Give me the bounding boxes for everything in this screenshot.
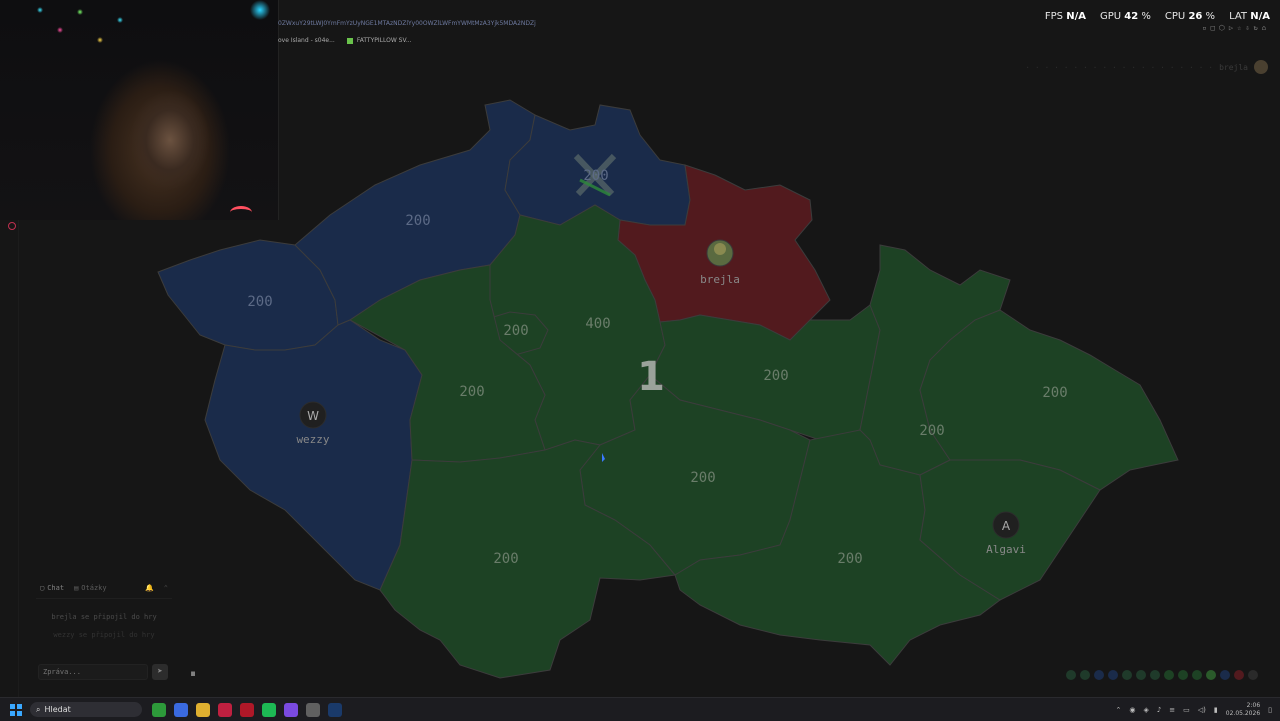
status-dot: [1178, 670, 1188, 680]
spotify-app-icon[interactable]: [262, 702, 276, 717]
round-number: 1: [637, 354, 665, 400]
tray-chevron-icon[interactable]: ⌃: [1115, 706, 1121, 714]
clock-time: 2:06: [1246, 701, 1261, 709]
status-dot: [1164, 670, 1174, 680]
region-value-jihomoravsky: 200: [837, 551, 862, 567]
region-value-moravskoslezsky: 200: [1042, 385, 1067, 401]
algavi-name: Algavi: [986, 543, 1026, 556]
status-dot: [1066, 670, 1076, 680]
region-value-liberecky: 200: [583, 168, 608, 184]
region-value-praha: 200: [503, 323, 528, 339]
chat-message: brejla se připojil do hry: [51, 613, 157, 621]
volume-icon[interactable]: ◁): [1198, 706, 1206, 714]
pause-icon[interactable]: ⏸: [186, 667, 200, 681]
explorer-app-icon[interactable]: [196, 702, 210, 717]
clock[interactable]: 2:06 02.05.2026: [1226, 702, 1260, 718]
status-dot: [1248, 670, 1258, 680]
taskbar-apps: [152, 702, 342, 717]
bell-icon[interactable]: 🔔: [145, 584, 154, 592]
region-value-olomoucky: 200: [919, 423, 944, 439]
tray-app-icon[interactable]: ◉: [1129, 706, 1135, 714]
region-value-pardubicky: 200: [763, 368, 788, 384]
windows-start-icon[interactable]: [10, 703, 22, 716]
discord-app-icon[interactable]: [284, 702, 298, 717]
wezzy-name: wezzy: [296, 433, 329, 446]
region-value-karlovarsky: 200: [247, 294, 272, 310]
chat-panel: ▢ Chat ▤ Otázky 🔔 ⌃ brejla se připojil d…: [36, 582, 172, 686]
region-value-ustecky: 200: [405, 213, 430, 229]
tab-questions-label: Otázky: [81, 584, 107, 592]
search-label: Hledat: [44, 705, 71, 714]
tab-chat-label: Chat: [47, 584, 65, 592]
taskbar-search[interactable]: ⌕ Hledat: [30, 702, 142, 717]
clock-date: 02.05.2026: [1225, 709, 1261, 717]
wezzy-avatar-initial: W: [307, 409, 319, 423]
chat-input[interactable]: [38, 664, 148, 680]
chevron-up-icon[interactable]: ⌃: [164, 584, 168, 592]
opera-app-icon[interactable]: [218, 702, 232, 717]
status-dot: [1192, 670, 1202, 680]
status-dot: [1206, 670, 1216, 680]
region-value-stredocesky: 400: [585, 316, 610, 332]
region-value-stredocesky-west: 200: [459, 384, 484, 400]
xbox-app-icon[interactable]: [152, 702, 166, 717]
steam-app-icon[interactable]: [328, 702, 342, 717]
red-app-icon[interactable]: [240, 702, 254, 717]
battery-icon[interactable]: ▮: [1214, 706, 1218, 714]
tray-shield-icon[interactable]: ◈: [1143, 706, 1148, 714]
notification-icon[interactable]: ▯: [1268, 706, 1272, 714]
status-dot: [1150, 670, 1160, 680]
region-value-jihocesky: 200: [493, 551, 518, 567]
microphone-icon[interactable]: ♪: [1157, 706, 1161, 714]
game-map: 200 200 200 200 400 200 200 200 200 200 …: [157, 99, 1179, 679]
chat-message: wezzy se připojil do hry: [53, 631, 155, 639]
brejla-avatar-face: [714, 243, 726, 255]
search-icon: ⌕: [36, 704, 41, 714]
status-dot: [1108, 670, 1118, 680]
status-dot: [1122, 670, 1132, 680]
tab-chat[interactable]: ▢ Chat: [40, 584, 64, 592]
taskbar: ⌕ Hledat ⌃ ◉ ◈ ♪ ≡ ▭ ◁) ▮ 2:06 02.05.202…: [0, 697, 1280, 721]
status-dot: [1136, 670, 1146, 680]
region-plzensky[interactable]: [204, 319, 423, 591]
algavi-avatar-initial: A: [1002, 519, 1011, 533]
edge-app-icon[interactable]: [174, 702, 188, 717]
system-tray: ⌃ ◉ ◈ ♪ ≡ ▭ ◁) ▮ 2:06 02.05.2026 ▯: [1115, 702, 1280, 718]
status-dot: [1234, 670, 1244, 680]
region-value-vysocina: 200: [690, 470, 715, 486]
status-dot: [1220, 670, 1230, 680]
network-icon[interactable]: ▭: [1183, 706, 1190, 714]
status-dot: [1094, 670, 1104, 680]
player-status-dots: [1066, 670, 1258, 680]
brejla-name: brejla: [700, 273, 740, 286]
status-dot: [1080, 670, 1090, 680]
send-button[interactable]: ➤: [152, 664, 168, 680]
settings-app-icon[interactable]: [306, 702, 320, 717]
tab-questions[interactable]: ▤ Otázky: [74, 584, 107, 592]
language-icon[interactable]: ≡: [1169, 706, 1175, 714]
